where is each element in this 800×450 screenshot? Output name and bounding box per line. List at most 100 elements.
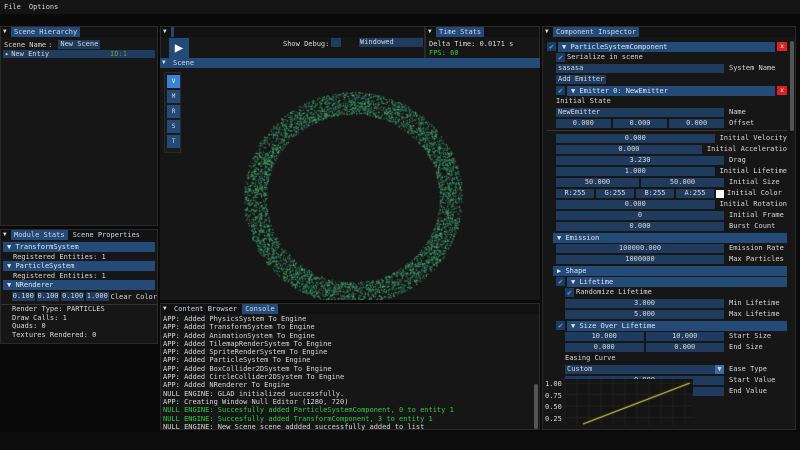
min_life-label: Min Lifetime	[726, 299, 780, 308]
system-name-input[interactable]: sasasa	[556, 64, 724, 73]
tab-scene-properties[interactable]: Scene Properties	[70, 230, 143, 240]
burst-input[interactable]: 0.000	[556, 222, 724, 231]
particle-system-header[interactable]: ▼ ParticleSystem	[3, 261, 155, 271]
dock-icon[interactable]: ▼	[163, 29, 169, 35]
console-line: NULL ENGINE: New Scene scene addded succ…	[163, 423, 539, 431]
lifetime-input[interactable]: 1.000	[556, 167, 715, 176]
remove-emitter-button[interactable]: x	[777, 86, 787, 95]
header-label: ParticleSystem	[15, 262, 74, 270]
tab-component-inspector[interactable]: Component Inspector	[553, 27, 639, 37]
dock-icon[interactable]: ▼	[3, 232, 9, 238]
menu-options[interactable]: Options	[29, 3, 59, 11]
dock-icon[interactable]: ▼	[428, 29, 434, 35]
start_size-input[interactable]: 10.000	[646, 332, 725, 341]
color-channel-input[interactable]: R:255	[556, 189, 594, 198]
dock-icon[interactable]: ▼	[163, 306, 169, 312]
menu-file[interactable]: File	[4, 3, 21, 11]
module-stats-panel: ▼ Module Stats Scene Properties ▼ Transfor…	[0, 229, 158, 344]
accel-input[interactable]: 0.000	[556, 145, 702, 154]
emitter-header[interactable]: ▼ Emitter 0: NewEmitter	[567, 86, 775, 96]
sol-checkbox[interactable]: ✔	[556, 321, 565, 330]
component-enabled-checkbox[interactable]: ✔	[547, 42, 556, 51]
scene-name-label: Scene Name	[4, 41, 46, 49]
start_size-input[interactable]: 10.000	[565, 332, 644, 341]
lifetime_hdr-header[interactable]: ▼ Lifetime	[567, 277, 787, 287]
sol-header[interactable]: ▼ Size Over Lifetime	[567, 321, 787, 331]
rate-input[interactable]: 100000.000	[556, 244, 724, 253]
ease-type-select[interactable]: Custom ▼	[565, 365, 724, 374]
renderer-header[interactable]: ▼ NRenderer	[3, 280, 155, 290]
console-line: APP: Added CircleCollider2DSystem To Eng…	[163, 373, 539, 381]
color-label: Initial Color	[726, 189, 782, 198]
color-channel-input[interactable]: A:255	[676, 189, 714, 198]
tab-scene-hierarchy[interactable]: Scene Hierarchy	[11, 27, 80, 37]
tab-module-stats[interactable]: Module Stats	[11, 230, 68, 240]
name_value-input[interactable]: NewEmitter	[556, 108, 724, 117]
tab-scene[interactable]: Scene	[170, 58, 197, 68]
add-emitter-button[interactable]: Add Emitter	[556, 75, 606, 84]
offset-input[interactable]: 0.000	[613, 119, 668, 128]
end_size-input[interactable]: 0.000	[646, 343, 725, 352]
lifetime-label: Initial Lifetime	[717, 167, 787, 176]
component-header[interactable]: ▼ ParticleSystemComponent	[558, 42, 775, 52]
frame-label: Initial Frame	[726, 211, 784, 220]
console-line: APP: Added TransformSystem To Engine	[163, 323, 539, 331]
end_size-input[interactable]: 0.000	[565, 343, 644, 352]
tab-console[interactable]: Console	[242, 304, 278, 314]
clear-g[interactable]: 0.100	[37, 292, 60, 301]
lifetime_hdr-checkbox[interactable]: ✔	[556, 277, 565, 286]
dock-icon[interactable]: ▼	[162, 60, 168, 66]
entity-row[interactable]: ▸ New Entiy ID:1	[3, 50, 155, 58]
size-input[interactable]: 50.000	[641, 178, 724, 187]
play-button[interactable]: ▶	[169, 38, 189, 58]
max-input[interactable]: 1000000	[556, 255, 724, 264]
remove-component-button[interactable]: x	[777, 42, 787, 51]
dock-icon[interactable]: ▼	[3, 29, 9, 35]
tab-content-browser[interactable]: Content Browser	[171, 304, 240, 314]
color-channel-input[interactable]: B:255	[636, 189, 674, 198]
serialize-checkbox[interactable]: ✔	[556, 53, 565, 62]
tool-rotate[interactable]: R	[167, 105, 180, 118]
clear-b[interactable]: 0.100	[61, 292, 84, 301]
scene-name-input[interactable]: New Scene	[58, 40, 100, 49]
offset-input[interactable]: 0.000	[556, 119, 611, 128]
max_life-label: Max Lifetime	[726, 310, 780, 319]
tool-move[interactable]: M	[167, 90, 180, 103]
size-input[interactable]: 50.000	[556, 178, 639, 187]
entity-name: New Entiy	[11, 50, 49, 58]
graph-tick: 0.50	[545, 402, 562, 414]
time-stats-panel: ▼ Time Stats Delta Time: 0.0171 s FPS: 60	[425, 26, 540, 59]
console-scrollbar[interactable]	[534, 384, 538, 429]
particle-viewport[interactable]	[160, 68, 540, 300]
end_size-label: End Size	[726, 343, 763, 352]
window-mode-select[interactable]: Windowed	[359, 38, 423, 47]
tool-transform[interactable]: T	[167, 135, 180, 148]
color-swatch[interactable]	[716, 190, 724, 198]
clear-a[interactable]: 1.000	[86, 292, 109, 301]
frame-input[interactable]: 0	[556, 211, 724, 220]
velocity-input[interactable]: 0.000	[556, 134, 715, 143]
show-debug-checkbox[interactable]	[331, 38, 341, 47]
color-channel-input[interactable]: G:255	[596, 189, 634, 198]
rotation-input[interactable]: 0.000	[556, 200, 715, 209]
shape-header[interactable]: ▶ Shape	[553, 266, 787, 276]
max_life-input[interactable]: 5.000	[565, 310, 724, 319]
inspector-scrollbar[interactable]	[790, 41, 794, 131]
offset-input[interactable]: 0.000	[669, 119, 724, 128]
emitter-enabled-checkbox[interactable]: ✔	[556, 86, 565, 95]
console-line: APP: Added AnimationSystem To Engine	[163, 332, 539, 340]
tab-time-stats[interactable]: Time Stats	[436, 27, 484, 37]
emission-header[interactable]: ▼ Emission	[553, 233, 787, 243]
fps: FPS: 60	[426, 48, 539, 57]
min_life-input[interactable]: 3.000	[565, 299, 724, 308]
tool-view[interactable]: V	[167, 75, 180, 88]
drag-input[interactable]: 3.230	[556, 156, 724, 165]
transform-reg: Registered Entities: 1	[1, 252, 157, 261]
transform-system-header[interactable]: ▼ TransformSystem	[3, 242, 155, 252]
clear-r[interactable]: 0.100	[12, 292, 35, 301]
toolbar-tab	[171, 27, 174, 37]
randomize-checkbox[interactable]: ✔	[565, 288, 574, 297]
dock-icon[interactable]: ▼	[545, 29, 551, 35]
particle-reg: Registered Entities: 1	[1, 271, 157, 280]
tool-scale[interactable]: S	[167, 120, 180, 133]
